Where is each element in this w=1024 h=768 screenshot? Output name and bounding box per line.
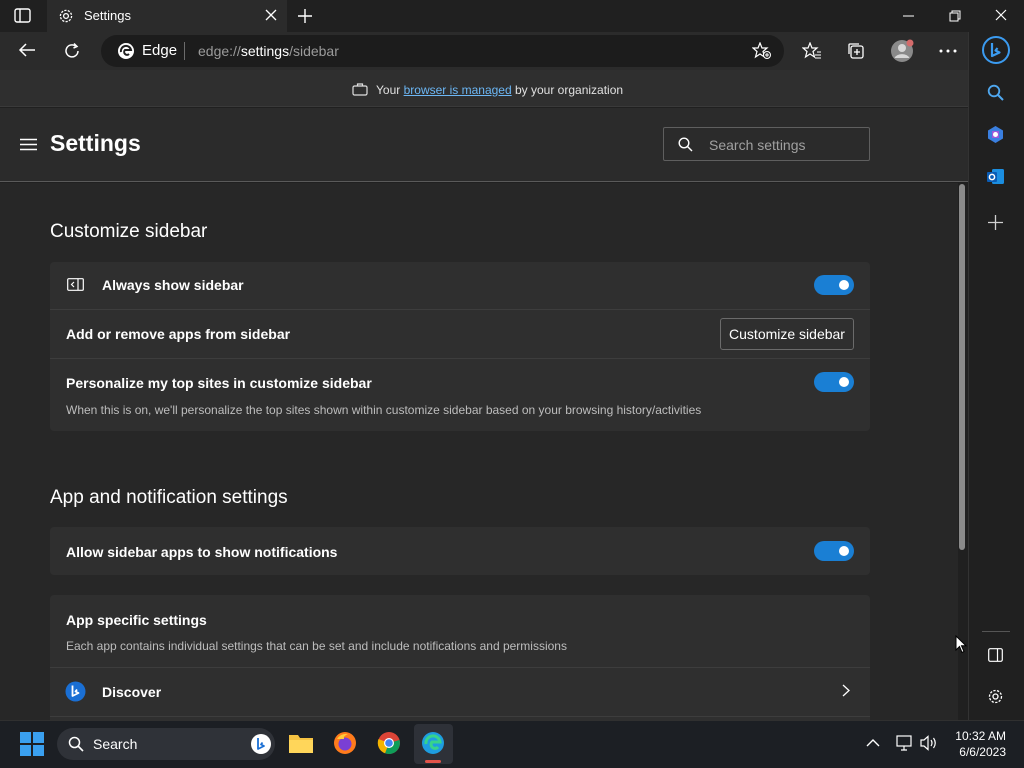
active-app-indicator <box>425 760 441 763</box>
settings-content: Customize sidebar Always show sidebar Ad… <box>0 183 958 720</box>
edge-logo-icon <box>117 42 135 60</box>
collections-icon[interactable] <box>846 41 866 61</box>
profile-avatar-icon[interactable] <box>890 39 914 63</box>
app-specific-description: Each app contains individual settings th… <box>66 639 567 653</box>
refresh-icon[interactable] <box>63 42 81 60</box>
clock-time[interactable]: 10:32 AM <box>930 729 1006 743</box>
show-hidden-icons-chevron-icon[interactable] <box>866 738 880 747</box>
page-title: Settings <box>50 130 141 156</box>
discover-label: Discover <box>102 684 162 700</box>
restore-icon[interactable] <box>949 10 961 22</box>
app-specific-title: App specific settings <box>66 612 207 628</box>
search-icon <box>678 137 693 152</box>
discover-row[interactable]: Discover <box>50 668 870 716</box>
customize-card: Always show sidebar Add or remove apps f… <box>50 262 870 431</box>
sidebar-search-icon[interactable] <box>987 84 1004 101</box>
section-title-customize: Customize sidebar <box>50 221 208 242</box>
menu-hamburger-icon[interactable] <box>20 138 37 151</box>
site-label: Edge <box>142 42 178 59</box>
allow-notifications-toggle[interactable] <box>814 541 854 561</box>
tab-title: Settings <box>84 8 131 23</box>
url-text[interactable]: edge://settings/sidebar <box>198 43 339 59</box>
back-icon[interactable] <box>18 42 36 58</box>
taskbar-bing-icon[interactable] <box>250 733 272 755</box>
briefcase-icon <box>352 82 368 96</box>
gear-icon <box>58 8 74 24</box>
managed-banner-text: Your browser is managed by your organiza… <box>376 83 624 97</box>
sidebar-settings-gear-icon[interactable] <box>987 688 1004 705</box>
new-tab-icon[interactable] <box>297 8 313 24</box>
allow-notifications-label: Allow sidebar apps to show notifications <box>66 544 338 560</box>
always-show-sidebar-label: Always show sidebar <box>102 277 244 293</box>
edge-taskbar-icon <box>421 731 445 755</box>
taskbar-search-label: Search <box>93 736 138 752</box>
taskbar-search-icon <box>68 736 84 752</box>
minimize-icon[interactable] <box>903 15 915 17</box>
tab-close-icon[interactable] <box>265 9 277 21</box>
taskbar-search[interactable] <box>57 728 275 760</box>
network-icon[interactable] <box>896 735 914 751</box>
bing-chat-icon[interactable] <box>981 35 1011 65</box>
divider <box>50 358 870 359</box>
file-explorer-icon[interactable] <box>288 732 314 754</box>
favorites-icon[interactable] <box>802 42 822 60</box>
personalize-top-sites-toggle[interactable] <box>814 372 854 392</box>
search-placeholder: Search settings <box>709 137 806 153</box>
add-remove-apps-label: Add or remove apps from sidebar <box>66 326 291 342</box>
firefox-icon[interactable] <box>333 731 357 755</box>
add-favorite-icon[interactable] <box>752 42 772 60</box>
url-separator <box>184 42 185 60</box>
mouse-cursor-icon <box>955 635 967 654</box>
more-options-icon[interactable] <box>939 49 957 53</box>
hide-sidebar-icon[interactable] <box>988 648 1003 662</box>
copilot-icon[interactable] <box>986 125 1005 144</box>
close-window-icon[interactable] <box>995 9 1007 21</box>
sidebar-layout-icon <box>67 278 84 291</box>
chevron-right-icon <box>842 684 850 697</box>
tab-settings[interactable] <box>47 0 287 32</box>
add-app-icon[interactable] <box>988 215 1003 230</box>
customize-sidebar-button[interactable]: Customize sidebar <box>720 318 854 350</box>
app-specific-card: App specific settings Each app contains … <box>50 595 870 720</box>
section-title-apps: App and notification settings <box>50 487 288 508</box>
windows-start-icon[interactable] <box>20 732 44 756</box>
personalize-top-sites-label: Personalize my top sites in customize si… <box>66 375 372 391</box>
clock-date[interactable]: 6/6/2023 <box>930 745 1006 759</box>
personalize-description: When this is on, we'll personalize the t… <box>66 403 702 417</box>
outlook-icon[interactable] <box>986 167 1005 186</box>
browser-managed-link[interactable]: browser is managed <box>404 83 512 97</box>
scrollbar-thumb[interactable] <box>959 184 965 550</box>
sidebar-divider <box>982 631 1010 632</box>
chrome-icon[interactable] <box>377 731 401 755</box>
divider <box>50 309 870 310</box>
notifications-card: Allow sidebar apps to show notifications <box>50 527 870 575</box>
divider <box>50 716 870 717</box>
discover-bing-icon <box>65 681 86 702</box>
always-show-sidebar-toggle[interactable] <box>814 275 854 295</box>
tab-actions-icon[interactable] <box>14 8 32 24</box>
